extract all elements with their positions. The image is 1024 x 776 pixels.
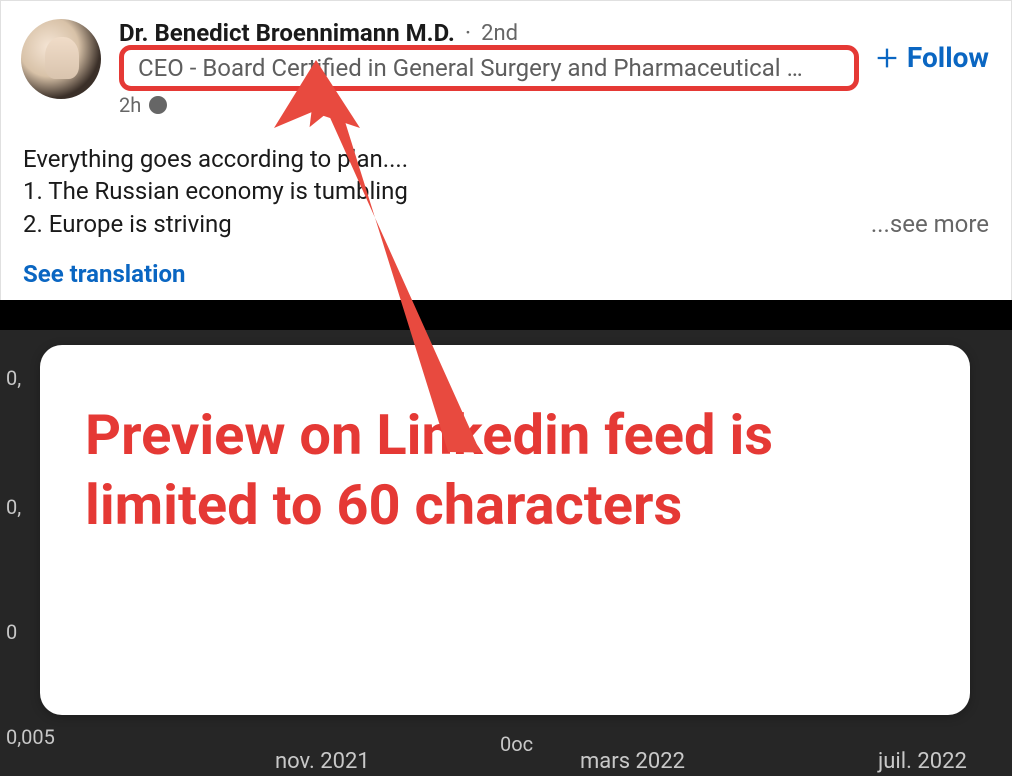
post-meta: Dr. Benedict Broennimann M.D. · 2nd CEO … [119, 19, 991, 117]
see-more-link[interactable]: ...see more [871, 208, 989, 240]
chart-y-tick: 0, [6, 366, 21, 390]
post-body-line: 2. Europe is striving [23, 210, 232, 238]
chart-y-tick: 0,005 [6, 725, 55, 749]
chart-y-tick: 0 [6, 620, 17, 644]
screenshot-root: Dr. Benedict Broennimann M.D. · 2nd CEO … [0, 0, 1024, 776]
post-header: Dr. Benedict Broennimann M.D. · 2nd CEO … [1, 1, 1011, 123]
chart-y-tick: 0, [6, 495, 21, 519]
chart-x-tick: mars 2022 [580, 749, 685, 774]
chart-x-tick: nov. 2021 [275, 749, 370, 774]
avatar[interactable] [21, 19, 101, 99]
media-top-strip [0, 300, 1012, 330]
follow-button[interactable]: Follow [873, 41, 989, 74]
author-headline: CEO - Board Certified in General Surgery… [119, 45, 859, 91]
annotation-card: Preview on Linkedin feed is limited to 6… [40, 345, 970, 715]
globe-icon [149, 96, 167, 114]
connection-degree: 2nd [481, 21, 518, 46]
post-body-line: Everything goes according to plan.... [23, 143, 989, 175]
post-body-line: 1. The Russian economy is tumbling [23, 175, 989, 207]
separator-dot: · [465, 19, 471, 47]
post-body: Everything goes according to plan.... 1.… [1, 123, 1011, 250]
follow-label: Follow [907, 41, 989, 74]
post-timestamp: 2h [119, 93, 141, 117]
plus-icon [873, 44, 901, 72]
author-row: Dr. Benedict Broennimann M.D. · 2nd [119, 19, 991, 47]
author-name[interactable]: Dr. Benedict Broennimann M.D. [119, 19, 455, 47]
annotation-text: Preview on Linkedin feed is limited to 6… [85, 400, 925, 540]
chart-x-tick: juil. 2022 [878, 749, 967, 774]
linkedin-post-card: Dr. Benedict Broennimann M.D. · 2nd CEO … [0, 0, 1012, 308]
post-time-row: 2h [119, 93, 991, 117]
chart-x-minor: 0oc [500, 732, 533, 756]
